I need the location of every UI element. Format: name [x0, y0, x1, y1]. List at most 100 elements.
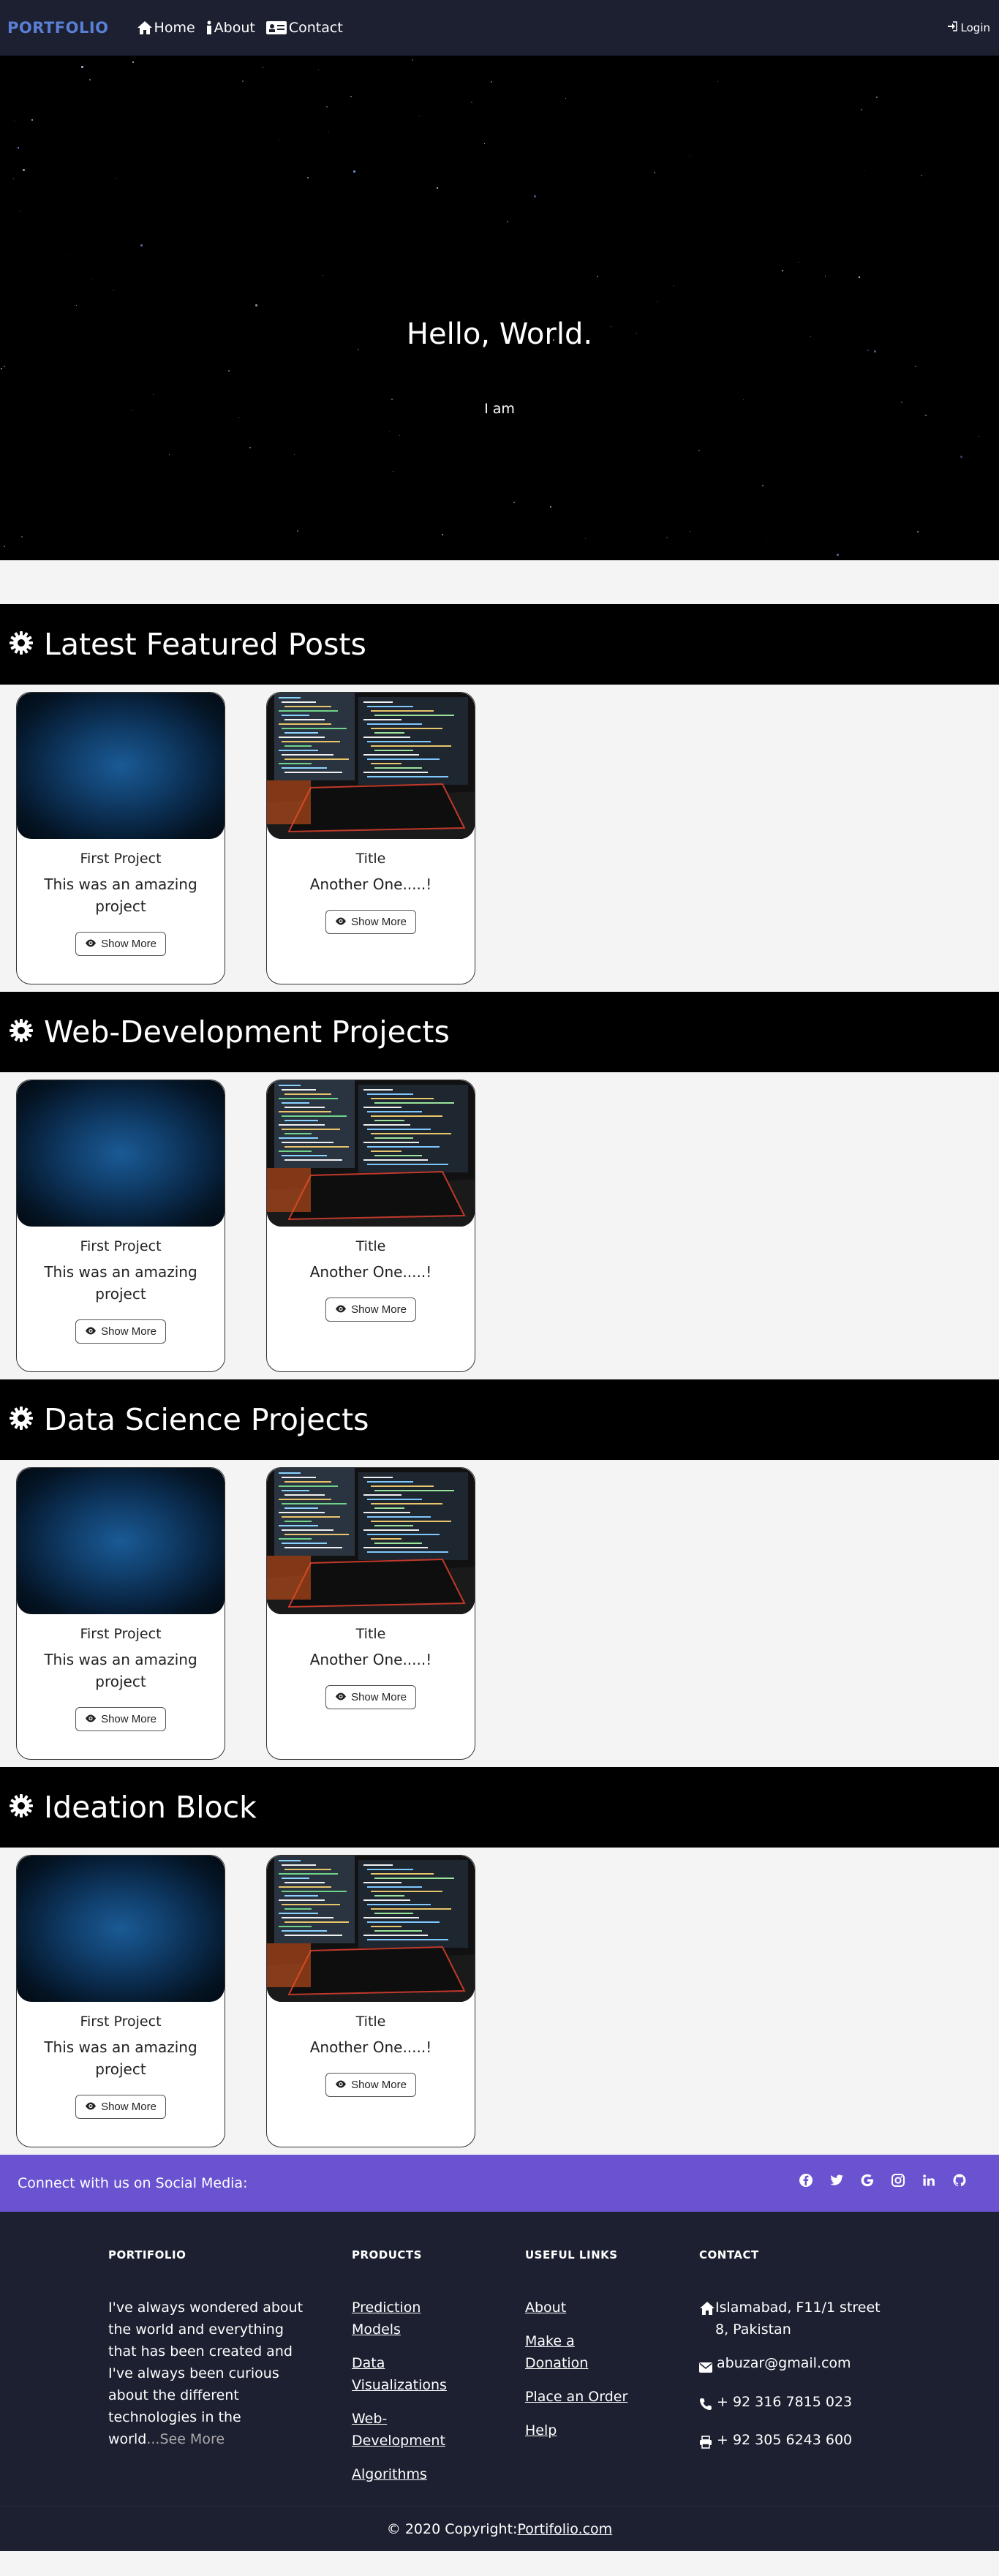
github-icon[interactable] [952, 2173, 967, 2188]
star [717, 81, 718, 82]
footer-about-column: PORTIFOLIO I've always wondered about th… [108, 2248, 306, 2450]
useful-link-about[interactable]: About [525, 2297, 642, 2319]
star [249, 447, 251, 448]
star [507, 221, 508, 222]
footer-products-column: PRODUCTS Prediction Models Data Visualiz… [352, 2248, 469, 2485]
google-icon[interactable] [860, 2173, 875, 2188]
show-more-button[interactable]: Show More [325, 1298, 416, 1322]
show-more-label: Show More [351, 1691, 407, 1703]
show-more-button[interactable]: Show More [75, 932, 166, 956]
star [597, 276, 598, 277]
star [921, 175, 922, 176]
star [4, 366, 5, 367]
card-image [17, 1080, 225, 1227]
instagram-icon[interactable] [891, 2173, 905, 2188]
facebook-icon[interactable] [799, 2173, 813, 2188]
star [698, 450, 700, 451]
contact-email: abuzar@gmail.com [699, 2352, 889, 2379]
footer-useful-links-column: USEFUL LINKS About Make a Donation Place… [525, 2248, 642, 2441]
card-title: First Project [80, 1626, 162, 1642]
contact-fax-text: + 92 305 6243 600 [717, 2432, 853, 2448]
project-card: First Project This was an amazing project… [16, 1855, 225, 2147]
copyright-link[interactable]: Portifolio.com [517, 2521, 612, 2537]
star [307, 177, 309, 178]
star [326, 106, 328, 108]
section-header: Data Science Projects [0, 1379, 999, 1460]
star [654, 172, 655, 173]
eye-icon [85, 1713, 97, 1725]
card-text: This was an amazing project [44, 1651, 197, 1690]
star [81, 66, 83, 68]
footer-useful-links-heading: USEFUL LINKS [525, 2248, 618, 2261]
star [1, 368, 2, 369]
footer-about-body: I've always wondered about the world and… [108, 2300, 304, 2447]
star [798, 262, 799, 263]
social-text: Connect with us on Social Media: [18, 2175, 248, 2191]
nav-contact-link[interactable]: Contact [265, 20, 343, 36]
useful-link-help[interactable]: Help [525, 2419, 642, 2441]
nav-home-link[interactable]: Home [137, 20, 195, 36]
card-image [267, 693, 475, 839]
eye-icon [335, 1303, 347, 1316]
phone-icon [699, 2395, 712, 2417]
star [255, 304, 257, 306]
show-more-button[interactable]: Show More [75, 1707, 166, 1731]
gear-icon [9, 1406, 34, 1434]
eye-icon [335, 1691, 347, 1703]
product-link-web-development[interactable]: Web-Development [352, 2408, 469, 2452]
product-link-data-visualizations[interactable]: Data Visualizations [352, 2352, 469, 2396]
star [113, 290, 114, 291]
footer-about-text: I've always wondered about the world and… [108, 2297, 306, 2450]
star [859, 276, 860, 278]
hero-subtitle: I am [484, 401, 515, 417]
star [353, 170, 355, 173]
useful-link-make-donation[interactable]: Make a Donation [525, 2330, 606, 2374]
linkedin-icon[interactable] [921, 2173, 936, 2188]
show-more-label: Show More [101, 938, 157, 950]
show-more-label: Show More [101, 1713, 157, 1725]
star [534, 195, 536, 197]
star [18, 147, 19, 148]
star [666, 537, 668, 538]
card-image [267, 1080, 475, 1227]
brand-logo[interactable]: PORTFOLIO [7, 19, 109, 37]
contact-fax: + 92 305 6243 600 [699, 2429, 889, 2455]
product-link-algorithms[interactable]: Algorithms [352, 2463, 469, 2485]
star [318, 69, 319, 70]
card-image [17, 693, 225, 839]
sections-container: Latest Featured Posts First Project This w… [0, 604, 999, 2155]
card-text: Another One.....! [309, 2038, 432, 2056]
footer-products-heading: PRODUCTS [352, 2248, 422, 2261]
project-card: Title Another One.....! Show More [266, 1855, 475, 2147]
star [242, 80, 244, 82]
show-more-label: Show More [351, 2079, 407, 2091]
product-link-prediction-models[interactable]: Prediction Models [352, 2297, 469, 2340]
info-icon [206, 20, 213, 35]
star [565, 98, 566, 99]
twitter-icon[interactable] [829, 2173, 844, 2188]
show-more-button[interactable]: Show More [325, 1685, 416, 1709]
star [328, 132, 329, 133]
show-more-label: Show More [101, 2101, 157, 2113]
see-more-link[interactable]: ...See More [146, 2431, 225, 2447]
star [391, 399, 393, 400]
star [837, 554, 839, 556]
show-more-button[interactable]: Show More [75, 2095, 166, 2119]
card-title: Title [355, 851, 386, 867]
card-image [267, 1468, 475, 1614]
star [864, 170, 865, 171]
show-more-label: Show More [351, 1303, 407, 1316]
star [21, 536, 23, 538]
show-more-button[interactable]: Show More [325, 910, 416, 934]
login-button[interactable]: Login [947, 21, 990, 34]
star [31, 119, 33, 121]
star [960, 456, 962, 458]
star [89, 79, 91, 80]
useful-link-place-order[interactable]: Place an Order [525, 2386, 642, 2408]
card-image [17, 1856, 225, 2002]
show-more-button[interactable]: Show More [325, 2073, 416, 2097]
show-more-button[interactable]: Show More [75, 1319, 166, 1344]
contact-email-text: abuzar@gmail.com [717, 2355, 851, 2371]
star [861, 109, 862, 110]
nav-about-link[interactable]: About [206, 20, 255, 36]
